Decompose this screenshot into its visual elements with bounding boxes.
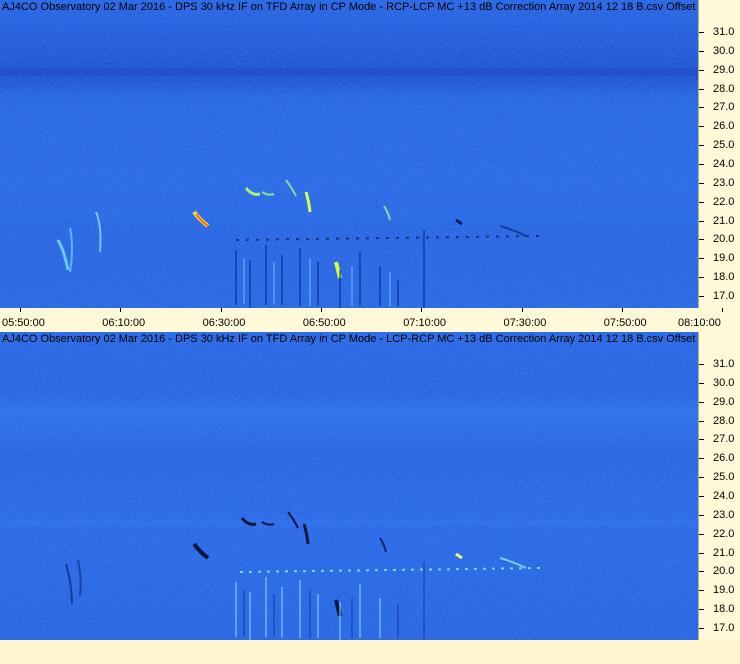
freq-tick (699, 533, 704, 535)
freq-tick-label: 17.0 (713, 289, 735, 302)
freq-tick-label: 30.0 (713, 44, 735, 57)
freq-tick (699, 439, 704, 441)
freq-tick (699, 495, 704, 497)
freq-tick-label: 19.0 (713, 584, 735, 597)
freq-tick (699, 571, 704, 573)
time-tick-label: 07:10:00 (403, 317, 447, 329)
freq-tick (699, 590, 704, 592)
freq-tick (699, 364, 704, 365)
freq-tick-label: 24.0 (713, 157, 735, 170)
time-tick (621, 308, 623, 312)
freq-tick-label: 22.0 (713, 195, 735, 208)
freq-tick-label: 27.0 (713, 433, 735, 446)
time-axis-top: 05:50:00 06:10:00 06:30:00 06:50:00 07:10:00… (0, 308, 740, 332)
freq-tick (699, 107, 704, 109)
freq-tick (699, 182, 704, 184)
time-tick-label: 07:50:00 (603, 317, 647, 329)
freq-tick-label: 20.0 (713, 565, 735, 578)
freq-tick (699, 514, 704, 516)
freq-tick-label: 22.0 (713, 527, 735, 540)
freq-tick (699, 88, 704, 90)
time-tick (722, 308, 724, 312)
time-tick-label: 07:30:00 (503, 317, 547, 329)
freq-tick (699, 477, 704, 479)
freq-tick-label: 28.0 (713, 414, 735, 427)
freq-tick-label: 19.0 (713, 252, 735, 265)
freq-tick-label: 23.0 (713, 176, 735, 189)
time-tick-label: 06:50:00 (302, 317, 346, 329)
time-tick (120, 308, 122, 312)
freq-tick (699, 201, 704, 203)
freq-tick-label: 24.0 (713, 489, 735, 502)
freq-tick-label: 31.0 (713, 358, 735, 370)
freq-tick (699, 627, 704, 629)
frequency-axis-top: 31.0 30.0 29.0 28.0 27.0 26.0 25.0 24.0 23.0 22.0… (698, 0, 740, 308)
freq-tick (699, 69, 704, 71)
freq-tick (699, 258, 704, 260)
time-axis-bottom (0, 640, 740, 664)
spectrogram-panel-rcp-lcp: AJ4CO Observatory 02 Mar 2016 - DPS 30 k… (0, 0, 740, 332)
spectrogram-title-top: AJ4CO Observatory 02 Mar 2016 - DPS 30 k… (2, 1, 740, 13)
freq-tick (699, 609, 704, 611)
freq-tick (699, 239, 704, 241)
freq-tick (699, 163, 704, 165)
freq-tick-label: 25.0 (713, 139, 735, 152)
freq-tick-label: 28.0 (713, 82, 735, 95)
freq-tick (699, 277, 704, 279)
freq-tick (699, 295, 704, 297)
freq-tick-label: 31.0 (713, 26, 735, 38)
freq-tick-label: 23.0 (713, 508, 735, 521)
time-tick-label: 06:30:00 (202, 317, 246, 329)
freq-tick-label: 26.0 (713, 120, 735, 133)
freq-tick-label: 18.0 (713, 271, 735, 284)
spectrogram-plot-top[interactable]: AJ4CO Observatory 02 Mar 2016 - DPS 30 k… (0, 0, 740, 308)
spectrogram-panel-lcp-rcp: AJ4CO Observatory 02 Mar 2016 - DPS 30 k… (0, 332, 740, 664)
freq-tick-label: 20.0 (713, 233, 735, 246)
freq-tick (699, 401, 704, 403)
time-tick (521, 308, 523, 312)
time-tick (220, 308, 222, 312)
time-tick (421, 308, 423, 312)
freq-tick-label: 26.0 (713, 452, 735, 465)
time-tick-label: 06:10:00 (102, 317, 146, 329)
freq-tick-label: 29.0 (713, 63, 735, 76)
freq-tick (699, 220, 704, 222)
frequency-axis-bottom: 31.0 30.0 29.0 28.0 27.0 26.0 25.0 24.0 23.0 22.0… (698, 332, 740, 640)
time-tick (20, 308, 21, 312)
spectrogram-image-bottom (0, 332, 698, 640)
freq-tick-label: 29.0 (713, 395, 735, 408)
time-tick-label: 05:50:00 (2, 317, 45, 329)
freq-tick (699, 126, 704, 128)
freq-tick-label: 30.0 (713, 376, 735, 389)
spectrogram-title-bottom: AJ4CO Observatory 02 Mar 2016 - DPS 30 k… (2, 333, 740, 345)
spectrogram-image-top (0, 0, 698, 308)
freq-tick-label: 18.0 (713, 603, 735, 616)
freq-tick (699, 552, 704, 554)
time-tick (320, 308, 322, 312)
freq-tick-label: 21.0 (713, 214, 735, 227)
freq-tick-label: 25.0 (713, 471, 735, 484)
freq-tick-label: 17.0 (713, 621, 735, 634)
freq-tick (699, 145, 704, 147)
freq-tick (699, 50, 704, 52)
freq-tick (699, 458, 704, 460)
time-tick-label: 08:10:00 (678, 317, 721, 329)
freq-tick (699, 32, 704, 33)
freq-tick (699, 420, 704, 422)
spectrogram-plot-bottom[interactable]: AJ4CO Observatory 02 Mar 2016 - DPS 30 k… (0, 332, 740, 640)
freq-tick (699, 382, 704, 384)
freq-tick-label: 21.0 (713, 546, 735, 559)
freq-tick-label: 27.0 (713, 101, 735, 114)
